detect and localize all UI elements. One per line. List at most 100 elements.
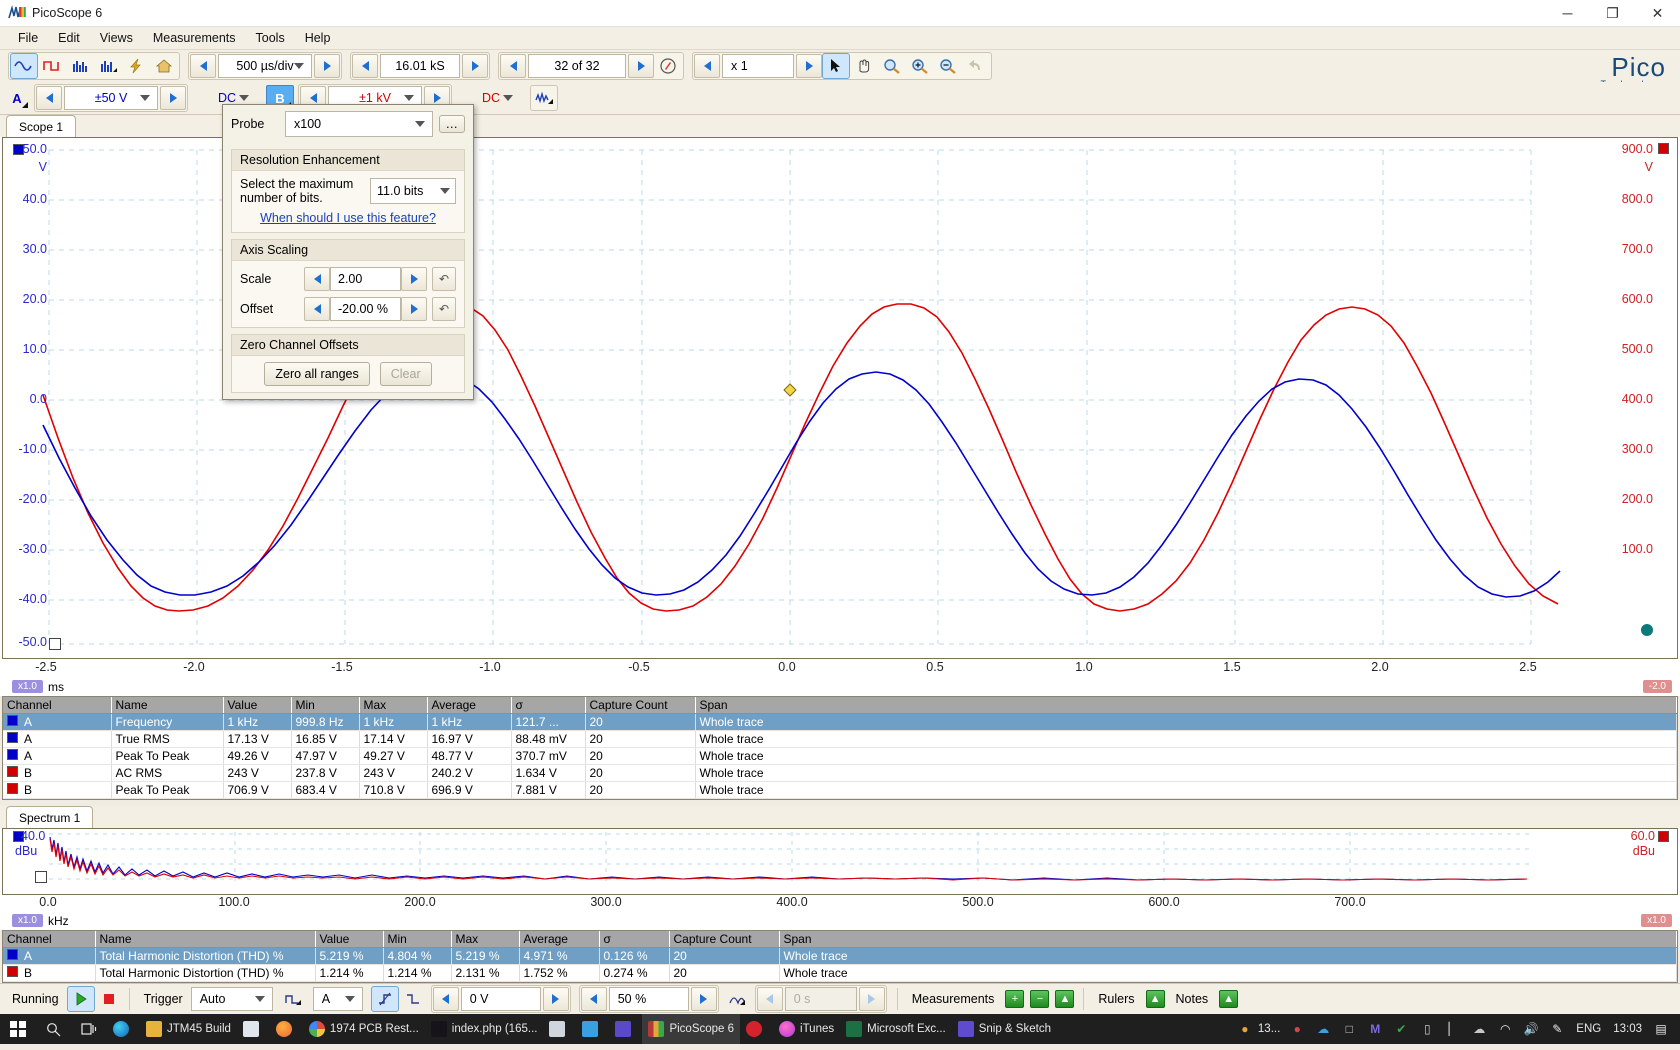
colorful-icon[interactable]: ●: [1288, 1020, 1306, 1038]
camera-icon[interactable]: □: [1340, 1020, 1358, 1038]
channel-a-offset-handle[interactable]: [49, 638, 61, 650]
col-sigma[interactable]: σ: [599, 931, 670, 948]
remove-measurement-button[interactable]: −: [1030, 990, 1050, 1008]
taskbar-item-mail[interactable]: [576, 1014, 609, 1044]
volume-icon[interactable]: 🔊: [1522, 1020, 1540, 1038]
axis-offset-value[interactable]: -20.00 %: [330, 297, 401, 321]
axis-scale-value[interactable]: 2.00: [330, 267, 401, 291]
trigger-level-increase[interactable]: [542, 987, 569, 1011]
table-row[interactable]: A Total Harmonic Distortion (THD) % 5.21…: [3, 947, 1677, 965]
pretrigger-value[interactable]: 0 s: [784, 987, 857, 1011]
zoom-value[interactable]: x 1: [722, 54, 794, 78]
tab-spectrum-1[interactable]: Spectrum 1: [6, 806, 94, 828]
zoom-out-icon[interactable]: [934, 53, 962, 79]
axis-offset-decrease[interactable]: [304, 297, 330, 321]
col-average[interactable]: Average: [427, 697, 512, 714]
taskbar-item-microsoft-excel[interactable]: Microsoft Exc...: [840, 1014, 952, 1044]
hand-pan-icon[interactable]: [850, 53, 878, 79]
shield-icon[interactable]: ✔: [1392, 1020, 1410, 1038]
channel-a-range-increase[interactable]: [160, 86, 186, 110]
taskbar-item-amazon-music[interactable]: [609, 1014, 642, 1044]
spectrum-x-multiplier-badge[interactable]: x1.0: [12, 914, 43, 927]
spectrum-channel-b-marker[interactable]: [1658, 831, 1669, 845]
col-max[interactable]: Max: [451, 931, 520, 948]
buffer-value[interactable]: 32 of 32: [528, 54, 626, 78]
col-channel[interactable]: Channel: [3, 931, 96, 948]
axis-scale-revert-icon[interactable]: ↶: [432, 267, 456, 291]
axis-offset-increase[interactable]: [401, 297, 427, 321]
taskbar-item-picoscope-6[interactable]: PicoScope 6: [642, 1014, 741, 1044]
taskbar-item-index-php[interactable]: index.php (165...: [425, 1014, 544, 1044]
channel-a-range-combo[interactable]: ±50 V: [64, 86, 158, 110]
battery-percent-label[interactable]: 13...: [1258, 1023, 1280, 1035]
undo-zoom-icon[interactable]: [962, 53, 990, 79]
menu-item-measurements[interactable]: Measurements: [143, 29, 246, 47]
monday-icon[interactable]: M: [1366, 1020, 1384, 1038]
tab-scope-1[interactable]: Scope 1: [6, 115, 77, 137]
taskbar-item-snip-sketch[interactable]: Snip & Sketch: [952, 1014, 1057, 1044]
table-row[interactable]: B Peak To Peak 706.9 V 683.4 V 710.8 V 6…: [3, 781, 1677, 799]
pen-icon[interactable]: ✎: [1548, 1020, 1566, 1038]
timebase-decrease-button[interactable]: [190, 54, 216, 78]
spectrum-right-badge[interactable]: x1.0: [1641, 914, 1672, 927]
zoom-increase-button[interactable]: [796, 54, 822, 78]
trigger-position-increase[interactable]: [690, 987, 717, 1011]
trigger-advanced-icon[interactable]: [279, 986, 307, 1012]
phone-icon[interactable]: ▯: [1418, 1020, 1436, 1038]
col-average[interactable]: Average: [519, 931, 600, 948]
channel-b-axis-marker[interactable]: [1658, 143, 1669, 157]
spectrum-view-icon[interactable]: [66, 53, 94, 79]
trigger-level-value[interactable]: 0 V: [460, 987, 541, 1011]
pointer-tool-icon[interactable]: [822, 53, 850, 79]
close-button[interactable]: ✕: [1635, 0, 1680, 26]
menu-item-tools[interactable]: Tools: [246, 29, 295, 47]
menu-item-help[interactable]: Help: [295, 29, 341, 47]
col-name[interactable]: Name: [111, 697, 224, 714]
probe-more-button[interactable]: …: [438, 115, 465, 133]
taskbar-item-1974-pcb-rest[interactable]: 1974 PCB Rest...: [303, 1014, 425, 1044]
channel-options-popup[interactable]: Probe x100 … Resolution Enhancement Sele…: [222, 104, 474, 400]
col-min[interactable]: Min: [383, 931, 452, 948]
col-capture-count[interactable]: Capture Count: [585, 697, 696, 714]
expand-measurements-button[interactable]: ▲: [1055, 990, 1075, 1008]
zoom-window-icon[interactable]: [878, 53, 906, 79]
table-row[interactable]: A True RMS 17.13 V 16.85 V 17.14 V 16.97…: [3, 730, 1677, 748]
taskbar-item-opera[interactable]: [740, 1014, 773, 1044]
col-sigma[interactable]: σ: [511, 697, 586, 714]
trigger-position-value[interactable]: 50 %: [608, 987, 689, 1011]
taskbar-item-jtm45-build[interactable]: JTM45 Build: [140, 1014, 237, 1044]
pretrigger-increase[interactable]: [858, 987, 885, 1011]
wifi-icon[interactable]: ◠: [1496, 1020, 1514, 1038]
start-button[interactable]: [0, 1014, 36, 1044]
taskbar-item-edge[interactable]: [107, 1014, 140, 1044]
col-value[interactable]: Value: [223, 697, 292, 714]
menu-item-edit[interactable]: Edit: [48, 29, 90, 47]
task-view-icon[interactable]: [71, 1014, 107, 1044]
scope-view-icon[interactable]: [10, 53, 38, 79]
action-center-icon[interactable]: ▤: [1652, 1020, 1670, 1038]
home-icon[interactable]: [150, 53, 178, 79]
search-icon[interactable]: [36, 1014, 71, 1044]
trigger-source-combo[interactable]: A: [312, 987, 363, 1011]
table-row[interactable]: B Total Harmonic Distortion (THD) % 1.21…: [3, 964, 1677, 982]
axis-offset-revert-icon[interactable]: ↶: [432, 297, 456, 321]
probe-combo[interactable]: x100: [285, 111, 433, 137]
channel-a-range-decrease[interactable]: [36, 86, 62, 110]
expand-rulers-button[interactable]: ▲: [1145, 990, 1165, 1008]
language-indicator[interactable]: ENG: [1576, 1023, 1601, 1035]
trigger-rising-edge-icon[interactable]: [370, 986, 399, 1012]
taskbar-item-store[interactable]: [237, 1014, 270, 1044]
table-row[interactable]: A Peak To Peak 49.26 V 47.97 V 49.27 V 4…: [3, 747, 1677, 765]
col-value[interactable]: Value: [315, 931, 384, 948]
col-min[interactable]: Min: [291, 697, 360, 714]
scope-right-offset-badge[interactable]: -2.0: [1642, 680, 1672, 693]
zero-all-ranges-button[interactable]: Zero all ranges: [264, 362, 370, 386]
usb-icon[interactable]: ▏: [1444, 1020, 1462, 1038]
spectrum-channel-a-offset-handle[interactable]: [35, 871, 47, 883]
scope-x-multiplier-badge[interactable]: x1.0: [12, 680, 43, 693]
spectrum-plot-area[interactable]: 40.0 dBu 60.0 dBu: [2, 828, 1678, 895]
taskbar-item-itunes[interactable]: iTunes: [773, 1014, 840, 1044]
trigger-mode-combo[interactable]: Auto: [190, 987, 273, 1011]
axis-scale-decrease[interactable]: [304, 267, 330, 291]
axis-scale-increase[interactable]: [401, 267, 427, 291]
